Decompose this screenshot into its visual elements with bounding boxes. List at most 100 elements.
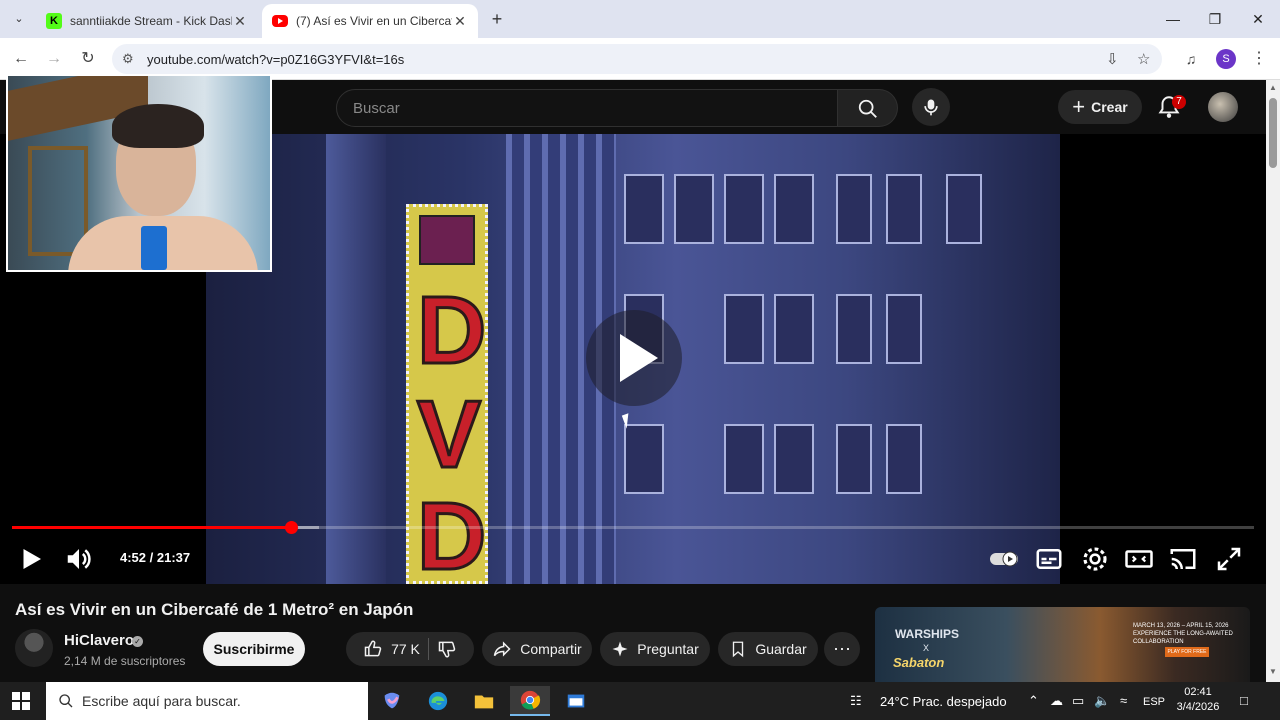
speaker-icon[interactable]: 🔈 <box>1094 693 1110 709</box>
browser-tab-strip: ⌄ sanntiiakde Stream - Kick Dash ✕ (7) A… <box>0 0 1280 38</box>
ask-button[interactable]: Preguntar <box>600 632 710 666</box>
scroll-thumb[interactable] <box>1269 98 1277 168</box>
subscriber-count: 2,14 M de suscriptores <box>64 654 186 668</box>
wifi-icon[interactable]: ≈ <box>1120 693 1127 708</box>
app-window-icon[interactable] <box>556 686 596 716</box>
search-icon <box>59 694 73 708</box>
share-label: Compartir <box>520 641 582 657</box>
new-tab-plus-icon[interactable]: + <box>486 8 508 30</box>
create-label: Crear <box>1091 99 1128 115</box>
close-icon[interactable]: ✕ <box>452 13 468 30</box>
ask-label: Preguntar <box>637 641 699 657</box>
more-actions-button[interactable]: ⋯ <box>824 632 860 666</box>
tab-youtube-video[interactable]: (7) Así es Vivir en un Cibercafé ✕ <box>262 4 478 38</box>
create-button[interactable]: + Crear <box>1058 90 1142 124</box>
bookmark-star-icon[interactable]: ☆ <box>1137 50 1150 68</box>
back-arrow-icon[interactable]: ← <box>10 48 32 70</box>
cast-icon[interactable] <box>1168 544 1198 574</box>
media-controls-icon[interactable]: ♫ <box>1180 48 1202 70</box>
restore-icon[interactable]: ❐ <box>1200 8 1230 30</box>
scroll-up-arrow-icon[interactable]: ▲ <box>1269 84 1277 92</box>
page-scrollbar[interactable]: ▲ ▼ <box>1266 80 1280 682</box>
channel-name[interactable]: HiClavero <box>64 632 134 649</box>
battery-icon[interactable]: ▭ <box>1072 693 1084 709</box>
share-button[interactable]: Compartir <box>482 632 592 666</box>
site-settings-icon[interactable]: ⚙ <box>122 51 134 67</box>
sign-logo <box>419 215 475 265</box>
tray-overflow-chevron-icon[interactable]: ⌃ <box>1028 693 1039 709</box>
clock-time: 02:41 <box>1184 686 1212 698</box>
time-display: 4:52 / 21:37 <box>120 550 191 565</box>
play-icon[interactable] <box>16 544 46 574</box>
tab-search-chevron-icon[interactable]: ⌄ <box>8 8 30 30</box>
tab-kick-dashboard[interactable]: sanntiiakde Stream - Kick Dash ✕ <box>36 4 258 38</box>
url-text[interactable]: youtube.com/watch?v=p0Z16G3YFVI&t=16s <box>147 52 404 67</box>
advertisement-banner[interactable]: WARSHIPS X Sabaton MARCH 13, 2026 – APRI… <box>875 607 1250 687</box>
taskbar-search-box[interactable]: Escribe aquí para buscar. <box>46 682 368 720</box>
theater-mode-icon[interactable] <box>1124 544 1154 574</box>
thumbs-down-icon[interactable] <box>437 639 457 659</box>
autoplay-toggle-icon[interactable] <box>988 544 1020 574</box>
progress-played <box>12 526 292 529</box>
search-button[interactable] <box>838 89 898 127</box>
video-title: Así es Vivir en un Cibercafé de 1 Metro²… <box>15 600 414 619</box>
onedrive-cloud-icon[interactable]: ☁ <box>1050 693 1063 709</box>
plus-icon: + <box>1072 94 1086 119</box>
weather-text[interactable]: 24°C Prac. despejado <box>880 694 1007 709</box>
profile-avatar[interactable]: S <box>1216 49 1236 69</box>
fullscreen-icon[interactable] <box>1214 544 1244 574</box>
volume-icon[interactable] <box>64 544 94 574</box>
verified-check-icon: ✓ <box>132 636 143 647</box>
voice-search-button[interactable] <box>912 88 950 126</box>
notification-center-icon[interactable]: □ <box>1240 693 1248 708</box>
search-input[interactable] <box>337 90 837 126</box>
windows-taskbar: Escribe aquí para buscar. ☷ 24°C Prac. d… <box>0 682 1280 720</box>
ad-dates-text: MARCH 13, 2026 – APRIL 15, 2026 EXPERIEN… <box>1133 623 1233 645</box>
search-input-wrapper[interactable] <box>336 89 838 127</box>
settings-gear-icon[interactable] <box>1080 544 1110 574</box>
address-bar[interactable]: ⚙ youtube.com/watch?v=p0Z16G3YFVI&t=16s … <box>112 44 1162 74</box>
search-icon <box>858 99 877 118</box>
share-arrow-icon <box>494 641 511 657</box>
reload-icon[interactable]: ↻ <box>77 48 99 70</box>
edge-browser-icon[interactable] <box>418 686 458 716</box>
scroll-down-arrow-icon[interactable]: ▼ <box>1269 668 1277 676</box>
progress-bar[interactable] <box>12 521 1254 534</box>
big-play-button[interactable] <box>586 310 682 406</box>
thumbs-up-icon[interactable] <box>363 639 383 659</box>
forward-arrow-icon[interactable]: → <box>43 48 65 70</box>
file-explorer-icon[interactable] <box>464 686 504 716</box>
sign-letter: D <box>416 277 488 384</box>
windows-start-icon[interactable] <box>12 692 30 710</box>
save-button[interactable]: Guardar <box>718 632 818 666</box>
close-icon[interactable]: ✕ <box>232 13 248 30</box>
install-app-icon[interactable]: ⇩ <box>1106 50 1119 68</box>
screen: ⌄ sanntiiakde Stream - Kick Dash ✕ (7) A… <box>0 0 1280 720</box>
clock[interactable]: 02:41 3/4/2026 <box>1170 685 1226 715</box>
clock-date: 3/4/2026 <box>1176 701 1220 713</box>
sparkle-icon <box>612 641 628 657</box>
copilot-icon[interactable] <box>372 686 412 716</box>
drink-can <box>141 226 167 270</box>
more-dots-icon: ⋯ <box>833 639 851 659</box>
bookmark-icon <box>733 641 744 658</box>
notification-count-badge: 7 <box>1172 95 1186 109</box>
video-info: Así es Vivir en un Cibercafé de 1 Metro²… <box>0 584 1266 687</box>
kebab-menu-icon[interactable]: ⋮ <box>1248 48 1270 70</box>
language-indicator[interactable]: ESP <box>1143 696 1165 708</box>
tab-title: sanntiiakde Stream - Kick Dash <box>70 14 232 28</box>
like-count[interactable]: 77 K <box>391 641 420 657</box>
subscribe-button[interactable]: Suscribirme <box>203 632 305 666</box>
subtitles-icon[interactable] <box>1034 544 1064 574</box>
microphone-icon <box>924 99 938 116</box>
channel-avatar[interactable] <box>15 629 53 667</box>
chrome-icon[interactable] <box>510 686 550 716</box>
account-avatar[interactable] <box>1208 92 1238 122</box>
tab-title: (7) Así es Vivir en un Cibercafé <box>296 14 452 28</box>
minimize-icon[interactable]: — <box>1158 8 1188 30</box>
ad-cta-button[interactable]: PLAY FOR FREE <box>1165 647 1209 657</box>
webcam-overlay <box>6 74 272 272</box>
weather-widget-icon[interactable]: ☷ <box>850 693 862 709</box>
sign-letter: D <box>416 483 488 584</box>
window-close-icon[interactable]: ✕ <box>1243 8 1273 30</box>
